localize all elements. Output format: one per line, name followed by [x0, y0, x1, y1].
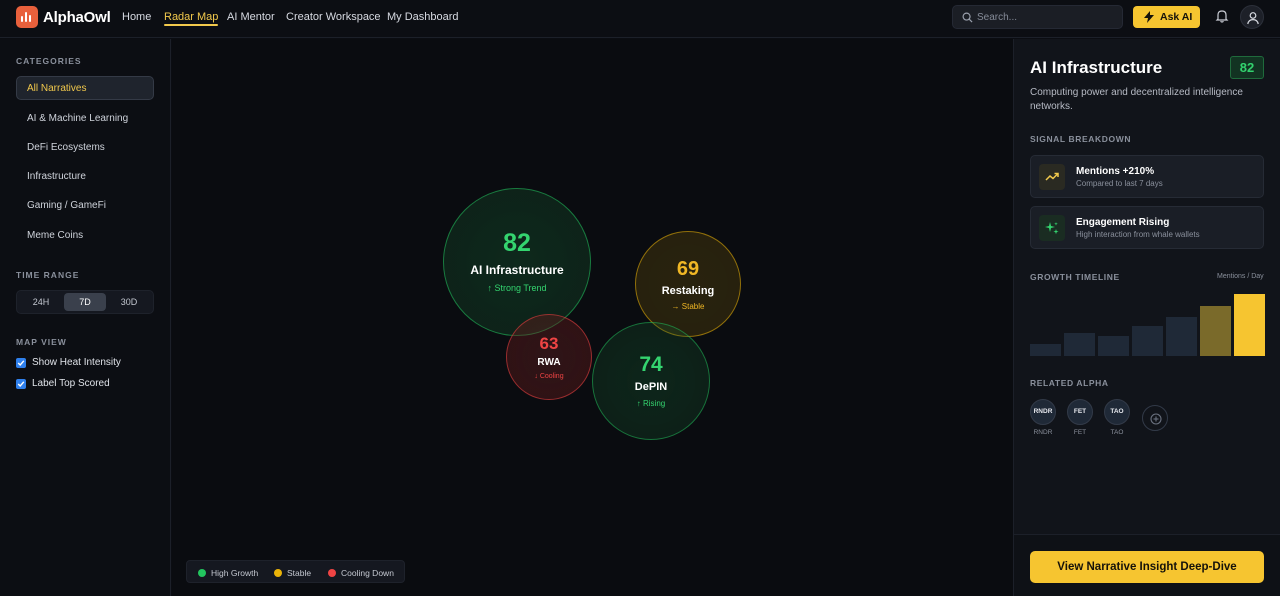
bubble-name: AI Infrastructure	[470, 263, 564, 277]
timeline-bar	[1030, 344, 1061, 356]
sparkle-icon	[1039, 215, 1065, 241]
token-avatar[interactable]: FET	[1067, 399, 1093, 425]
token-label: TAO	[1110, 429, 1124, 436]
timeline-unit-label: Mentions / Day	[1217, 273, 1264, 280]
top-nav-bar: AlphaOwl Home Radar Map AI Mentor Creato…	[0, 0, 1280, 38]
bubble-score: 69	[676, 258, 700, 280]
timeline-bar	[1064, 333, 1095, 356]
ask-ai-button[interactable]: Ask AI	[1133, 6, 1200, 28]
bubble-score: 74	[639, 353, 663, 376]
token-label: FET	[1073, 429, 1087, 436]
score-badge: 82	[1230, 56, 1264, 79]
nav-ai-mentor[interactable]: AI Mentor	[227, 11, 275, 23]
checkbox-checked-icon[interactable]	[16, 358, 26, 368]
search-input[interactable]: Search...	[952, 5, 1123, 29]
search-placeholder: Search...	[977, 12, 1018, 23]
legend-dot-icon	[198, 569, 206, 577]
signal-subtitle: Compared to last 7 days	[1076, 179, 1163, 188]
signal-title: Engagement Rising	[1076, 217, 1170, 228]
token-avatar[interactable]: TAO	[1104, 399, 1130, 425]
bubble-name: DePIN	[634, 381, 668, 393]
nav-creator-workspace[interactable]: Creator Workspace	[286, 11, 381, 23]
category-ai-machine-learning[interactable]: AI & Machine Learning	[16, 106, 154, 130]
time-range-selector: 24H 7D 30D	[16, 290, 154, 314]
category-infrastructure[interactable]: Infrastructure	[16, 164, 154, 188]
signal-card-mentions: Mentions +210% Compared to last 7 days	[1030, 155, 1264, 198]
legend-dot-icon	[274, 569, 282, 577]
view-deep-dive-button[interactable]: View Narrative Insight Deep-Dive	[1030, 551, 1264, 583]
category-label: Infrastructure	[27, 171, 86, 182]
bubble-trend: ↑ Rising	[636, 399, 666, 408]
time-range-heading: TIME RANGE	[16, 270, 80, 280]
panel-description: Computing power and decentralized intell…	[1030, 87, 1243, 112]
signal-breakdown-heading: SIGNAL BREAKDOWN	[1030, 134, 1132, 144]
time-range-30d[interactable]: 30D	[108, 293, 150, 311]
signal-subtitle: High interaction from whale wallets	[1076, 230, 1200, 239]
growth-timeline-heading: GROWTH TIMELINE	[1030, 272, 1120, 282]
token-label: RNDR	[1033, 429, 1053, 436]
nav-my-dashboard[interactable]: My Dashboard	[387, 11, 459, 23]
checkbox-label: Show Heat Intensity	[32, 357, 121, 368]
legend-dot-icon	[328, 569, 336, 577]
time-range-7d[interactable]: 7D	[64, 293, 106, 311]
ask-ai-label: Ask AI	[1160, 11, 1193, 23]
checkbox-checked-icon[interactable]	[16, 379, 26, 389]
map-legend: High Growth Stable Cooling Down	[186, 560, 405, 583]
category-label: Gaming / GameFi	[27, 200, 106, 211]
lightning-icon	[1144, 11, 1154, 23]
search-icon	[962, 12, 973, 23]
bubble-depin[interactable]: 74 DePIN ↑ Rising	[592, 322, 710, 440]
category-label: AI & Machine Learning	[27, 113, 129, 124]
bubble-score: 82	[503, 229, 531, 257]
panel-title: AI Infrastructure	[1030, 58, 1163, 77]
bubble-score: 63	[539, 334, 559, 353]
timeline-bar	[1098, 336, 1129, 356]
timeline-bar	[1166, 317, 1197, 356]
add-related-alpha-button[interactable]	[1142, 405, 1168, 431]
time-range-24h[interactable]: 24H	[20, 293, 62, 311]
bubble-rwa[interactable]: 63 RWA ↓ Cooling	[506, 314, 592, 400]
category-all-narratives[interactable]: All Narratives	[16, 76, 154, 100]
user-icon	[1247, 12, 1259, 25]
signal-title: Mentions +210%	[1076, 166, 1155, 177]
user-avatar-button[interactable]	[1240, 5, 1264, 29]
category-gaming-gamefi[interactable]: Gaming / GameFi	[16, 193, 154, 217]
nav-home[interactable]: Home	[122, 11, 151, 23]
legend-label: Cooling Down	[341, 568, 394, 578]
timeline-bar	[1234, 294, 1265, 356]
sidebar: CATEGORIES All Narratives AI & Machine L…	[0, 39, 171, 596]
category-defi-ecosystems[interactable]: DeFi Ecosystems	[16, 135, 154, 159]
timeline-bar	[1132, 326, 1163, 356]
nav-radar-map[interactable]: Radar Map	[164, 11, 219, 26]
legend-label: High Growth	[211, 568, 259, 578]
checkbox-label: Label Top Scored	[32, 378, 110, 389]
map-view-heading: MAP VIEW	[16, 337, 67, 347]
timeline-bar	[1200, 306, 1231, 356]
brand-name[interactable]: AlphaOwl	[43, 9, 111, 26]
bubble-name: RWA	[537, 357, 561, 368]
logo-icon[interactable]	[16, 6, 38, 28]
trending-up-icon	[1039, 164, 1065, 190]
category-meme-coins[interactable]: Meme Coins	[16, 223, 154, 247]
bubble-name: Restaking	[661, 285, 715, 297]
bubble-trend: → Stable	[671, 302, 705, 311]
legend-label: Stable	[287, 568, 312, 578]
categories-heading: CATEGORIES	[16, 56, 82, 66]
bell-icon[interactable]	[1215, 9, 1229, 23]
category-label: All Narratives	[27, 83, 87, 94]
cta-footer: View Narrative Insight Deep-Dive	[1014, 534, 1280, 596]
plus-circle-icon	[1150, 413, 1162, 425]
narrative-detail-panel: AI Infrastructure 82 Computing power and…	[1013, 39, 1280, 596]
category-label: Meme Coins	[27, 230, 84, 241]
radar-map: 82 AI Infrastructure ↑ Strong Trend 69 R…	[172, 39, 1013, 596]
token-avatar[interactable]: RNDR	[1030, 399, 1056, 425]
bubble-ai-infrastructure[interactable]: 82 AI Infrastructure ↑ Strong Trend	[443, 188, 591, 336]
related-alpha-heading: RELATED ALPHA	[1030, 378, 1109, 388]
signal-card-engagement: Engagement Rising High interaction from …	[1030, 206, 1264, 249]
category-label: DeFi Ecosystems	[27, 142, 105, 153]
bubble-trend: ↓ Cooling	[534, 373, 564, 380]
bubble-trend: ↑ Strong Trend	[487, 283, 547, 293]
